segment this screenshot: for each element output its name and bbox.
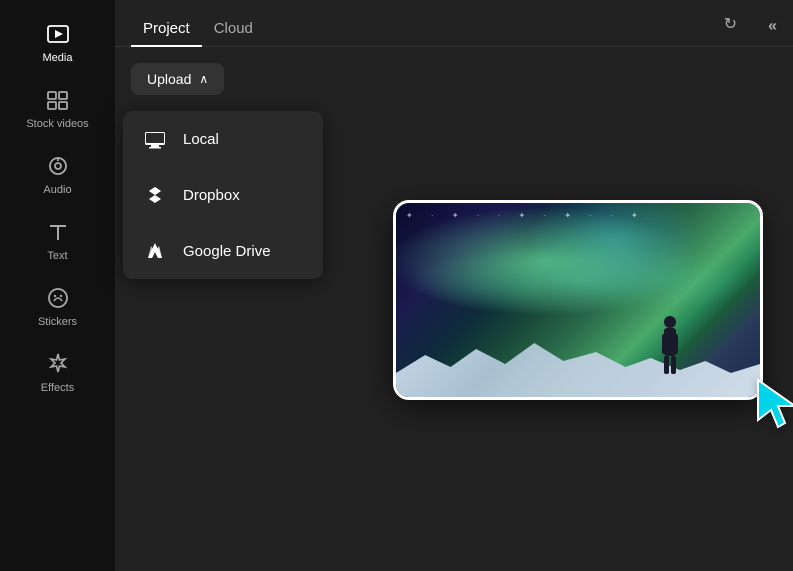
- upload-label: Upload: [147, 71, 191, 87]
- sidebar-item-audio-label: Audio: [43, 184, 71, 196]
- tab-project[interactable]: Project: [131, 12, 202, 47]
- refresh-button[interactable]: ↻: [724, 14, 737, 34]
- effects-icon: [44, 350, 72, 378]
- collapse-panel-button[interactable]: «: [768, 18, 777, 36]
- aurora-image-card: [393, 200, 763, 400]
- sidebar: Media Stock videos Audio: [0, 0, 115, 571]
- upload-area: Upload ∧: [115, 47, 793, 111]
- tabs-bar: Project Cloud «: [115, 0, 793, 47]
- local-icon: [143, 127, 167, 151]
- main-panel: Project Cloud « ↻ Upload ∧ Local: [115, 0, 793, 571]
- upload-chevron: ∧: [199, 72, 208, 86]
- sidebar-item-text-label: Text: [47, 250, 67, 262]
- aurora-image: [396, 203, 760, 397]
- dropdown-dropbox-label: Dropbox: [183, 187, 240, 204]
- upload-dropdown-menu: Local Dropbox Google Drive: [123, 111, 323, 279]
- sidebar-item-stock-videos[interactable]: Stock videos: [0, 76, 115, 138]
- sidebar-item-stock-videos-label: Stock videos: [26, 118, 88, 130]
- dropdown-item-dropbox[interactable]: Dropbox: [123, 167, 323, 223]
- sidebar-item-effects[interactable]: Effects: [0, 340, 115, 402]
- stickers-icon: [44, 284, 72, 312]
- google-drive-icon: [143, 239, 167, 263]
- sidebar-item-audio[interactable]: Audio: [0, 142, 115, 204]
- sidebar-item-media[interactable]: Media: [0, 10, 115, 72]
- dropdown-item-local[interactable]: Local: [123, 111, 323, 167]
- upload-button[interactable]: Upload ∧: [131, 63, 224, 95]
- sidebar-item-effects-label: Effects: [41, 382, 74, 394]
- sidebar-item-media-label: Media: [43, 52, 73, 64]
- dropdown-google-drive-label: Google Drive: [183, 243, 271, 260]
- dropdown-item-google-drive[interactable]: Google Drive: [123, 223, 323, 279]
- stock-videos-icon: [44, 86, 72, 114]
- tab-cloud[interactable]: Cloud: [202, 12, 265, 47]
- audio-icon: [44, 152, 72, 180]
- sidebar-item-stickers[interactable]: Stickers: [0, 274, 115, 336]
- mountains: [396, 337, 760, 397]
- sidebar-item-text[interactable]: Text: [0, 208, 115, 270]
- dropbox-icon: [143, 183, 167, 207]
- dropdown-local-label: Local: [183, 131, 219, 148]
- media-icon: [44, 20, 72, 48]
- person-silhouette: [655, 314, 685, 379]
- text-icon: [44, 218, 72, 246]
- sidebar-item-stickers-label: Stickers: [38, 316, 77, 328]
